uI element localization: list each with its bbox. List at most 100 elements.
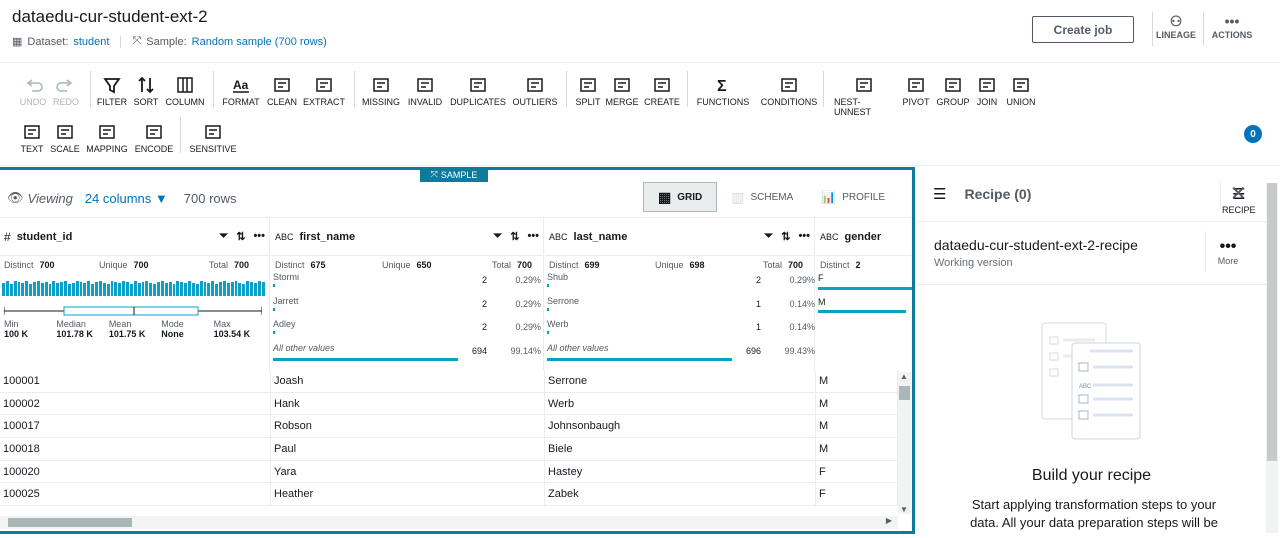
more-icon[interactable]: •••	[253, 230, 265, 243]
histogram-bar	[67, 284, 71, 296]
table-cell[interactable]: M	[816, 370, 898, 392]
value-bar	[273, 331, 275, 334]
svg-text:Aa: Aa	[233, 78, 249, 92]
table-cell[interactable]: F	[816, 483, 898, 506]
table-row[interactable]: 100018 Paul Biele M	[0, 438, 898, 461]
profile-icon: 📊	[821, 190, 837, 204]
histogram-bar	[222, 281, 226, 296]
tab-profile[interactable]: 📊 PROFILE	[807, 182, 899, 212]
close-icon[interactable]: ✕	[1230, 181, 1247, 206]
toolbar-nest-unnest-button[interactable]: NEST-UNNEST	[834, 75, 894, 117]
table-cell[interactable]: M	[816, 415, 898, 438]
table-cell[interactable]: 100025	[0, 483, 271, 506]
table-cell[interactable]: 100002	[0, 392, 271, 415]
sort-icon[interactable]: ⇅	[781, 230, 790, 243]
tab-schema[interactable]: ▥ SCHEMA	[717, 182, 807, 212]
toolbar-extract-button[interactable]: EXTRACT	[294, 75, 354, 107]
histogram-bar	[191, 283, 195, 296]
column-icon	[177, 77, 193, 93]
toolbar-union-button[interactable]: UNION	[991, 75, 1051, 107]
sample-link[interactable]: Random sample (700 rows)	[192, 36, 327, 48]
table-cell[interactable]: Serrone	[545, 370, 816, 392]
actions-button[interactable]: ••• ACTIONS	[1206, 12, 1258, 46]
dataset-info: ▦ Dataset: student ⤧ Sample: Random samp…	[12, 35, 327, 48]
column-name[interactable]: last_name	[574, 231, 628, 243]
column-name[interactable]: student_id	[17, 231, 73, 243]
table-cell[interactable]: M	[816, 438, 898, 460]
histogram-bar	[64, 281, 67, 296]
table-cell[interactable]: Paul	[271, 438, 545, 460]
column-headers: # student_id ⏷ ⇅ ••• Distinct 700 Unique 700…	[0, 217, 912, 370]
column-name[interactable]: gender	[845, 231, 882, 243]
histogram-bar	[52, 281, 56, 296]
table-row[interactable]: 100002 Hank Werb M	[0, 392, 898, 416]
scroll-down-icon[interactable]: ▼	[900, 505, 908, 514]
table-cell[interactable]: Werb	[545, 392, 816, 415]
table-cell[interactable]: Joash	[271, 370, 545, 392]
page-header: dataedu-cur-student-ext-2 ▦ Dataset: stu…	[0, 0, 1280, 62]
table-row[interactable]: 100020 Yara Hastey F	[0, 460, 898, 484]
toolbar-invalid-button[interactable]: INVALID	[395, 75, 455, 107]
sensitive-icon	[205, 125, 221, 139]
clean-icon	[274, 78, 290, 92]
recipe-more-button[interactable]: ••• More	[1214, 239, 1242, 267]
box-plot	[4, 306, 262, 316]
table-cell[interactable]: F	[816, 460, 898, 483]
table-cell[interactable]: Biele	[545, 438, 816, 460]
more-icon[interactable]: •••	[527, 230, 539, 243]
value-bar	[547, 284, 549, 287]
histogram-bar	[110, 281, 114, 296]
toolbar-column-button[interactable]: COLUMN	[155, 75, 215, 107]
table-cell[interactable]: Johnsonbaugh	[545, 415, 816, 438]
table-cell[interactable]: Yara	[271, 460, 545, 483]
histogram-bar	[137, 283, 141, 296]
filter-icon[interactable]: ⏷	[493, 230, 502, 243]
toolbar-conditions-button[interactable]: CONDITIONS	[759, 75, 819, 107]
histogram-bar	[98, 281, 102, 296]
table-row[interactable]: 100001 Joash Serrone M	[0, 370, 898, 393]
create-job-button[interactable]: Create job	[1032, 16, 1134, 43]
table-cell[interactable]: Robson	[271, 415, 545, 438]
more-icon[interactable]: •••	[798, 230, 810, 243]
table-cell[interactable]: 100020	[0, 460, 271, 483]
filter-icon[interactable]: ⏷	[219, 230, 228, 243]
table-row[interactable]: 100017 Robson Johnsonbaugh M	[0, 415, 898, 439]
columns-dropdown[interactable]: 24 columns ▼	[85, 191, 168, 206]
histogram-bar	[188, 281, 191, 296]
histogram-bar	[21, 283, 25, 296]
value-bar	[273, 358, 458, 361]
column-name[interactable]: first_name	[300, 231, 356, 243]
sort-icon[interactable]: ⇅	[510, 230, 519, 243]
recipe-scrollbar[interactable]	[1266, 183, 1278, 533]
toolbar-sensitive-button[interactable]: SENSITIVE	[183, 122, 243, 154]
table-row[interactable]: 100025 Heather Zabek F	[0, 483, 898, 507]
sort-icon[interactable]: ⇅	[236, 230, 245, 243]
table-cell[interactable]: M	[816, 392, 898, 415]
toolbar-functions-button[interactable]: Σ FUNCTIONS	[693, 75, 753, 107]
table-cell[interactable]: Hank	[271, 392, 545, 415]
tab-grid[interactable]: ▦ GRID	[643, 182, 718, 212]
lineage-button[interactable]: ⚇ LINEAGE	[1150, 12, 1202, 46]
grid-vertical-scrollbar[interactable]: ▲ ▼	[898, 372, 911, 514]
project-title: dataedu-cur-student-ext-2	[12, 7, 208, 26]
histogram-bar	[211, 281, 215, 296]
table-cell[interactable]: Hastey	[545, 460, 816, 483]
histogram-bar	[246, 281, 249, 296]
filter-icon[interactable]: ⏷	[764, 230, 773, 243]
dataset-link[interactable]: student	[73, 36, 109, 48]
scale-icon	[57, 125, 73, 139]
toolbar-create-button[interactable]: CREATE	[632, 75, 692, 107]
table-cell[interactable]: 100001	[0, 370, 271, 392]
scroll-right-icon[interactable]: ▶	[886, 516, 892, 525]
toolbar-outliers-button[interactable]: OUTLIERS	[505, 75, 565, 107]
row-count: 700 rows	[183, 190, 237, 206]
table-cell[interactable]: 100017	[0, 415, 271, 438]
conditions-icon	[781, 78, 797, 92]
table-cell[interactable]: 100018	[0, 438, 271, 460]
toolbar-duplicates-button[interactable]: DUPLICATES	[448, 75, 508, 107]
scroll-up-icon[interactable]: ▲	[900, 372, 908, 381]
table-cell[interactable]: Heather	[271, 483, 545, 506]
toolbar-encode-button[interactable]: ENCODE	[124, 122, 184, 154]
table-cell[interactable]: Zabek	[545, 483, 816, 506]
grid-horizontal-scrollbar[interactable]: ▶	[0, 516, 898, 529]
